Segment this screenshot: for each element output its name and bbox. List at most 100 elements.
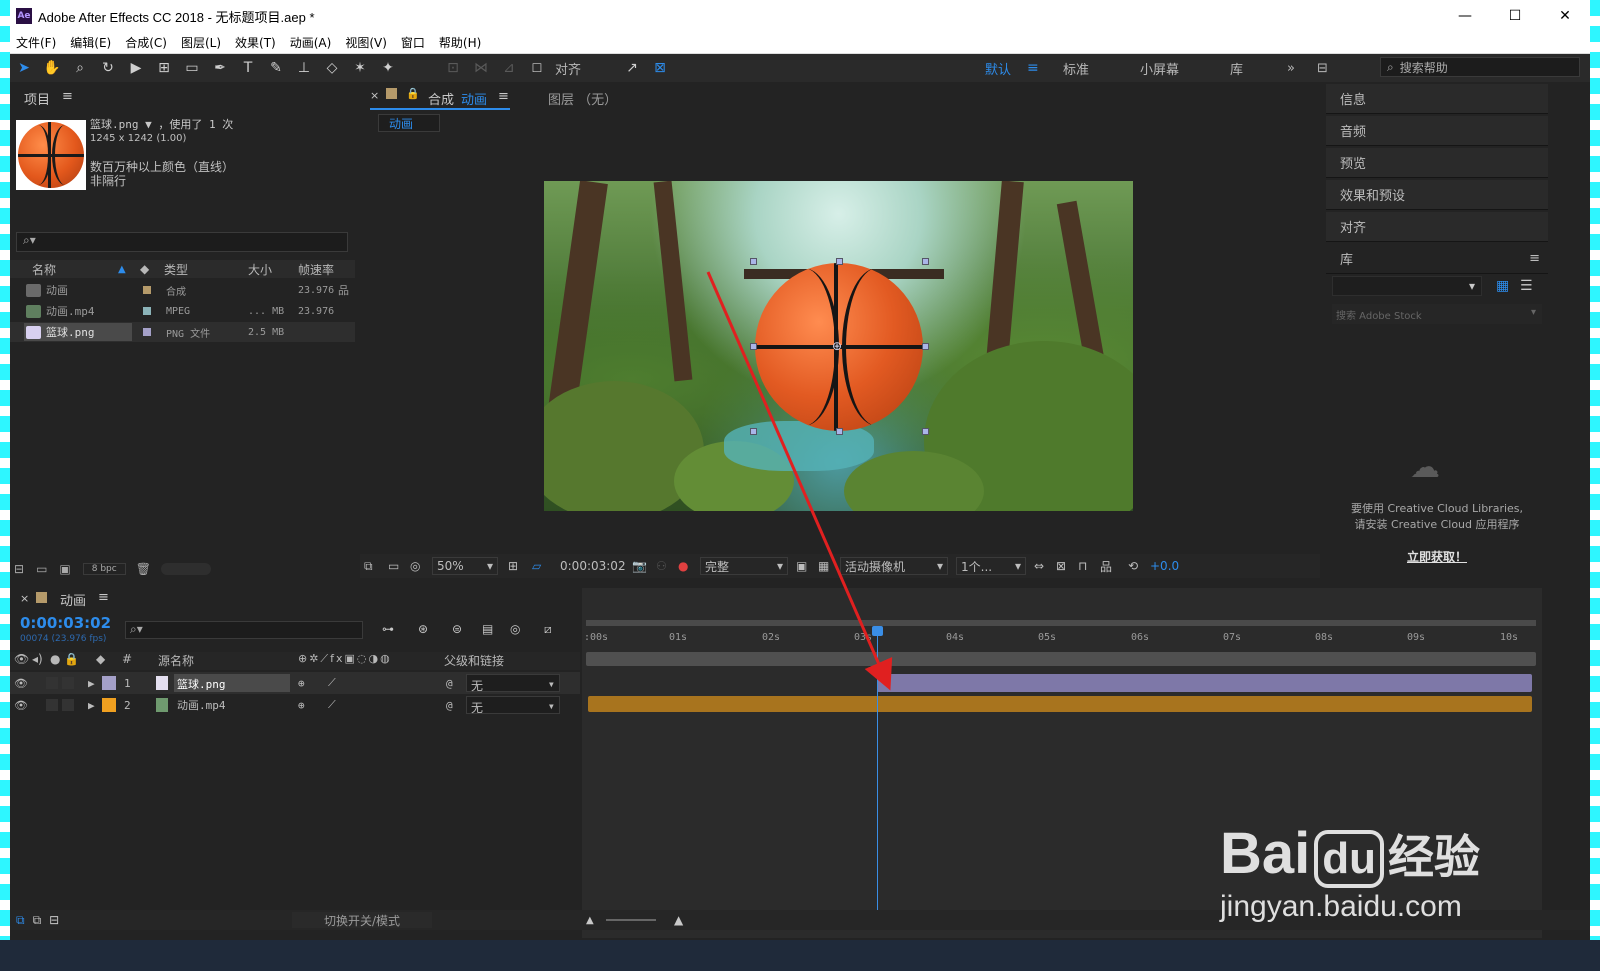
fast-previews-icon[interactable]: ⊠ xyxy=(1056,559,1066,573)
column-name[interactable]: 名称 xyxy=(32,261,56,278)
menu-effect[interactable]: 效果(T) xyxy=(235,34,276,51)
magnification-dropdown[interactable]: 50% ▾ xyxy=(432,557,498,575)
new-composition-icon[interactable]: ▣ xyxy=(59,562,70,576)
transform-handle[interactable] xyxy=(750,428,757,435)
project-tab[interactable]: 项目 xyxy=(24,89,50,108)
transform-handle[interactable] xyxy=(836,258,843,265)
library-selector-dropdown[interactable]: ▾ xyxy=(1332,276,1482,296)
close-tab-icon[interactable]: × xyxy=(370,89,379,102)
interpret-footage-icon[interactable]: ⊟ xyxy=(14,562,24,576)
menu-edit[interactable]: 编辑(E) xyxy=(70,34,111,51)
workspace-standard[interactable]: 标准 xyxy=(1063,54,1089,82)
work-area-bar[interactable] xyxy=(586,620,1536,626)
quality-switch-icon[interactable]: ⟋ xyxy=(328,698,336,712)
library-menu-icon[interactable]: ≡ xyxy=(1529,251,1540,266)
resolution-dropdown[interactable]: 完整 ▾ xyxy=(700,557,788,575)
new-folder-icon[interactable]: ▭ xyxy=(36,562,47,576)
current-time-display[interactable]: 0:00:03:02 xyxy=(560,559,626,573)
sort-ascending-icon[interactable]: ▲ xyxy=(118,264,126,275)
align-panel-header[interactable]: 对齐 xyxy=(1326,212,1548,242)
shy-switch-icon[interactable]: ⊕ xyxy=(298,699,305,712)
region-of-interest-icon[interactable]: ▣ xyxy=(796,559,807,573)
menu-help[interactable]: 帮助(H) xyxy=(439,34,481,51)
timeline-current-time[interactable]: 0:00:03:02 xyxy=(20,614,111,632)
get-creative-cloud-link[interactable]: 立即获取！ xyxy=(1326,548,1548,565)
hand-tool-icon[interactable]: ✋ xyxy=(41,57,63,79)
composition-viewer[interactable]: ⊕ xyxy=(544,181,1133,511)
graph-editor-icon[interactable]: ⧄ xyxy=(544,622,552,637)
minimize-button[interactable]: — xyxy=(1440,0,1490,32)
anchor-point-icon[interactable]: ⊕ xyxy=(832,339,842,353)
stock-search-input[interactable]: 搜索 Adobe Stock ▾ xyxy=(1332,304,1542,324)
transform-handle[interactable] xyxy=(836,428,843,435)
label-color-swatch[interactable] xyxy=(143,328,151,336)
composition-navigator-bar[interactable] xyxy=(586,652,1536,666)
color-channels-icon[interactable]: ● xyxy=(678,559,688,573)
text-tool-icon[interactable]: T xyxy=(237,57,259,79)
library-panel-header[interactable]: 库 ≡ xyxy=(1326,244,1548,274)
view-axis-icon[interactable]: ⊿ xyxy=(498,57,520,79)
lock-icon[interactable]: 🔒 xyxy=(406,87,420,100)
project-item-row[interactable]: 动画 合成 23.976 品 xyxy=(10,280,355,300)
timeline-zoom-slider[interactable] xyxy=(606,919,656,921)
menu-window[interactable]: 窗口 xyxy=(401,34,425,51)
eye-icon[interactable]: 👁 xyxy=(14,699,28,712)
thumbnail-size-slider[interactable] xyxy=(160,563,211,575)
layer-row[interactable]: 👁 ▶ 2 动画.mp4 ⊕ ⟋ @ 无 ▾ xyxy=(10,694,580,716)
label-color-swatch[interactable] xyxy=(102,676,116,690)
roto-brush-tool-icon[interactable]: ✶ xyxy=(349,57,371,79)
eraser-tool-icon[interactable]: ◇ xyxy=(321,57,343,79)
menu-view[interactable]: 视图(V) xyxy=(345,34,387,51)
modes-toggle-icon[interactable]: ⧉ xyxy=(33,913,42,928)
frame-blending-icon[interactable]: ▤ xyxy=(482,622,493,636)
3d-glasses-icon[interactable]: ◎ xyxy=(410,559,420,573)
solo-toggle[interactable] xyxy=(46,699,58,711)
info-panel-header[interactable]: 信息 xyxy=(1326,84,1548,114)
composition-panel-menu-icon[interactable]: ≡ xyxy=(498,89,509,104)
composition-mini-flowchart-icon[interactable]: ⊶ xyxy=(382,622,394,636)
transform-handle[interactable] xyxy=(750,258,757,265)
solo-toggle[interactable] xyxy=(46,677,58,689)
layer-duration-bar[interactable] xyxy=(588,696,1532,712)
close-button[interactable]: ✕ xyxy=(1540,0,1590,32)
camera-tool-icon[interactable]: ▶ xyxy=(125,57,147,79)
workspace-small-screen[interactable]: 小屏幕 xyxy=(1140,54,1179,82)
column-size[interactable]: 大小 xyxy=(248,261,272,278)
pick-whip-icon[interactable]: @ xyxy=(446,699,453,712)
layer-name[interactable]: 篮球.png xyxy=(174,674,290,692)
menu-animation[interactable]: 动画(A) xyxy=(290,34,332,51)
grid-view-icon[interactable]: ▦ xyxy=(1496,278,1509,294)
camera-view-dropdown[interactable]: 活动摄像机 ▾ xyxy=(840,557,948,575)
mask-visibility-icon[interactable]: ▱ xyxy=(532,559,541,573)
always-preview-icon[interactable]: ⧉ xyxy=(364,559,373,574)
layer-tab[interactable]: 图层 （无） xyxy=(548,89,617,108)
zoom-tool-icon[interactable]: ⌕ xyxy=(69,57,91,79)
selection-tool-icon[interactable]: ➤ xyxy=(13,57,35,79)
zoom-out-icon[interactable]: ▲ xyxy=(586,915,594,926)
shy-switch-icon[interactable]: ⊕ xyxy=(298,677,305,690)
project-item-row[interactable]: 动画.mp4 MPEG ... MB 23.976 xyxy=(10,301,355,321)
workspace-default[interactable]: 默认 xyxy=(985,54,1011,82)
quality-switch-icon[interactable]: ⟋ xyxy=(328,676,336,690)
column-fps[interactable]: 帧速率 xyxy=(298,261,334,278)
snapping-target-icon[interactable]: ⊠ xyxy=(649,57,671,79)
effects-presets-panel-header[interactable]: 效果和预设 xyxy=(1326,180,1548,210)
layer-name[interactable]: 动画.mp4 xyxy=(174,695,229,715)
workspace-settings-icon[interactable]: ⊟ xyxy=(1317,54,1328,82)
lock-toggle[interactable] xyxy=(62,677,74,689)
rectangle-tool-icon[interactable]: ▭ xyxy=(181,57,203,79)
maximize-button[interactable]: ☐ xyxy=(1490,0,1540,32)
workspace-library[interactable]: 库 xyxy=(1230,54,1243,82)
zoom-in-icon[interactable]: ▲ xyxy=(674,913,683,927)
transform-handle[interactable] xyxy=(922,258,929,265)
flowchart-icon[interactable]: 品 xyxy=(1100,558,1112,575)
eye-icon[interactable]: 👁 xyxy=(14,677,28,690)
layer-switches-toggle-icon[interactable]: ⧉ xyxy=(16,913,25,928)
transform-handle[interactable] xyxy=(922,343,929,350)
grid-guides-icon[interactable]: ⊞ xyxy=(508,559,518,573)
workspace-more-icon[interactable]: » xyxy=(1287,54,1295,82)
parent-dropdown[interactable]: 无 ▾ xyxy=(466,674,560,693)
monitor-icon[interactable]: ▭ xyxy=(388,559,399,573)
menu-composition[interactable]: 合成(C) xyxy=(125,34,167,51)
layer-search-input[interactable]: ⌕▾ xyxy=(125,621,363,639)
